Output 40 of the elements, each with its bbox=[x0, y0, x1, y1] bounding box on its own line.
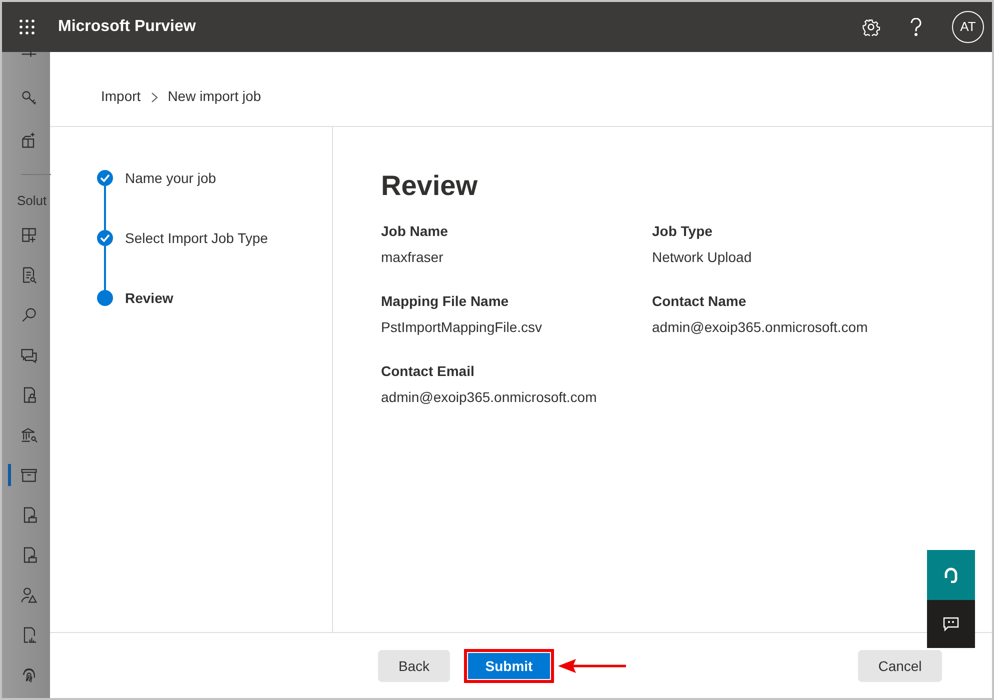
field-value: admin@exoip365.onmicrosoft.com bbox=[381, 388, 598, 407]
field-label: Job Type bbox=[652, 222, 714, 241]
field-value: admin@exoip365.onmicrosoft.com bbox=[652, 318, 869, 337]
arrow-annotation bbox=[558, 658, 628, 674]
key-icon[interactable] bbox=[20, 89, 38, 107]
support-button[interactable] bbox=[927, 550, 975, 600]
field-label: Contact Email bbox=[381, 362, 476, 381]
help-icon[interactable] bbox=[910, 18, 922, 36]
field-value: maxfraser bbox=[381, 248, 444, 267]
feedback-button[interactable] bbox=[927, 600, 975, 648]
cancel-button[interactable]: Cancel bbox=[858, 650, 942, 682]
step-label[interactable]: Name your job bbox=[125, 168, 216, 188]
step-label[interactable]: Select Import Job Type bbox=[125, 228, 268, 248]
breadcrumb-link[interactable]: New import job bbox=[168, 86, 262, 107]
fingerprint-icon[interactable] bbox=[20, 666, 38, 684]
field-label: Job Name bbox=[381, 222, 449, 241]
person-warning-icon[interactable] bbox=[20, 586, 38, 604]
bank-search-icon[interactable] bbox=[20, 426, 38, 444]
chevron-icon bbox=[150, 92, 158, 103]
step-connector bbox=[104, 246, 106, 290]
field-value: Network Upload bbox=[652, 248, 753, 267]
field-label: Contact Name bbox=[652, 292, 748, 311]
grid-plus-icon[interactable] bbox=[20, 226, 38, 244]
step-label[interactable]: Review bbox=[125, 288, 174, 308]
breadcrumb-link[interactable]: Import bbox=[101, 86, 141, 107]
document-search-icon[interactable] bbox=[20, 266, 38, 284]
user-avatar[interactable]: AT bbox=[952, 11, 984, 43]
review-heading: Review bbox=[381, 169, 478, 203]
search-icon[interactable] bbox=[20, 306, 38, 324]
field-value: PstImportMappingFile.csv bbox=[381, 318, 544, 337]
feedback-icon bbox=[943, 616, 959, 632]
back-button[interactable]: Back bbox=[378, 650, 450, 682]
submit-button[interactable]: Submit bbox=[464, 649, 554, 683]
step-connector bbox=[104, 186, 106, 230]
sidebar-section-label: Solut bbox=[17, 192, 47, 210]
app-launcher-icon[interactable] bbox=[19, 19, 35, 35]
settings-icon[interactable] bbox=[862, 18, 880, 36]
field-label: Mapping File Name bbox=[381, 292, 510, 311]
selection-indicator bbox=[8, 464, 11, 486]
app-title[interactable]: Microsoft Purview bbox=[58, 15, 196, 39]
